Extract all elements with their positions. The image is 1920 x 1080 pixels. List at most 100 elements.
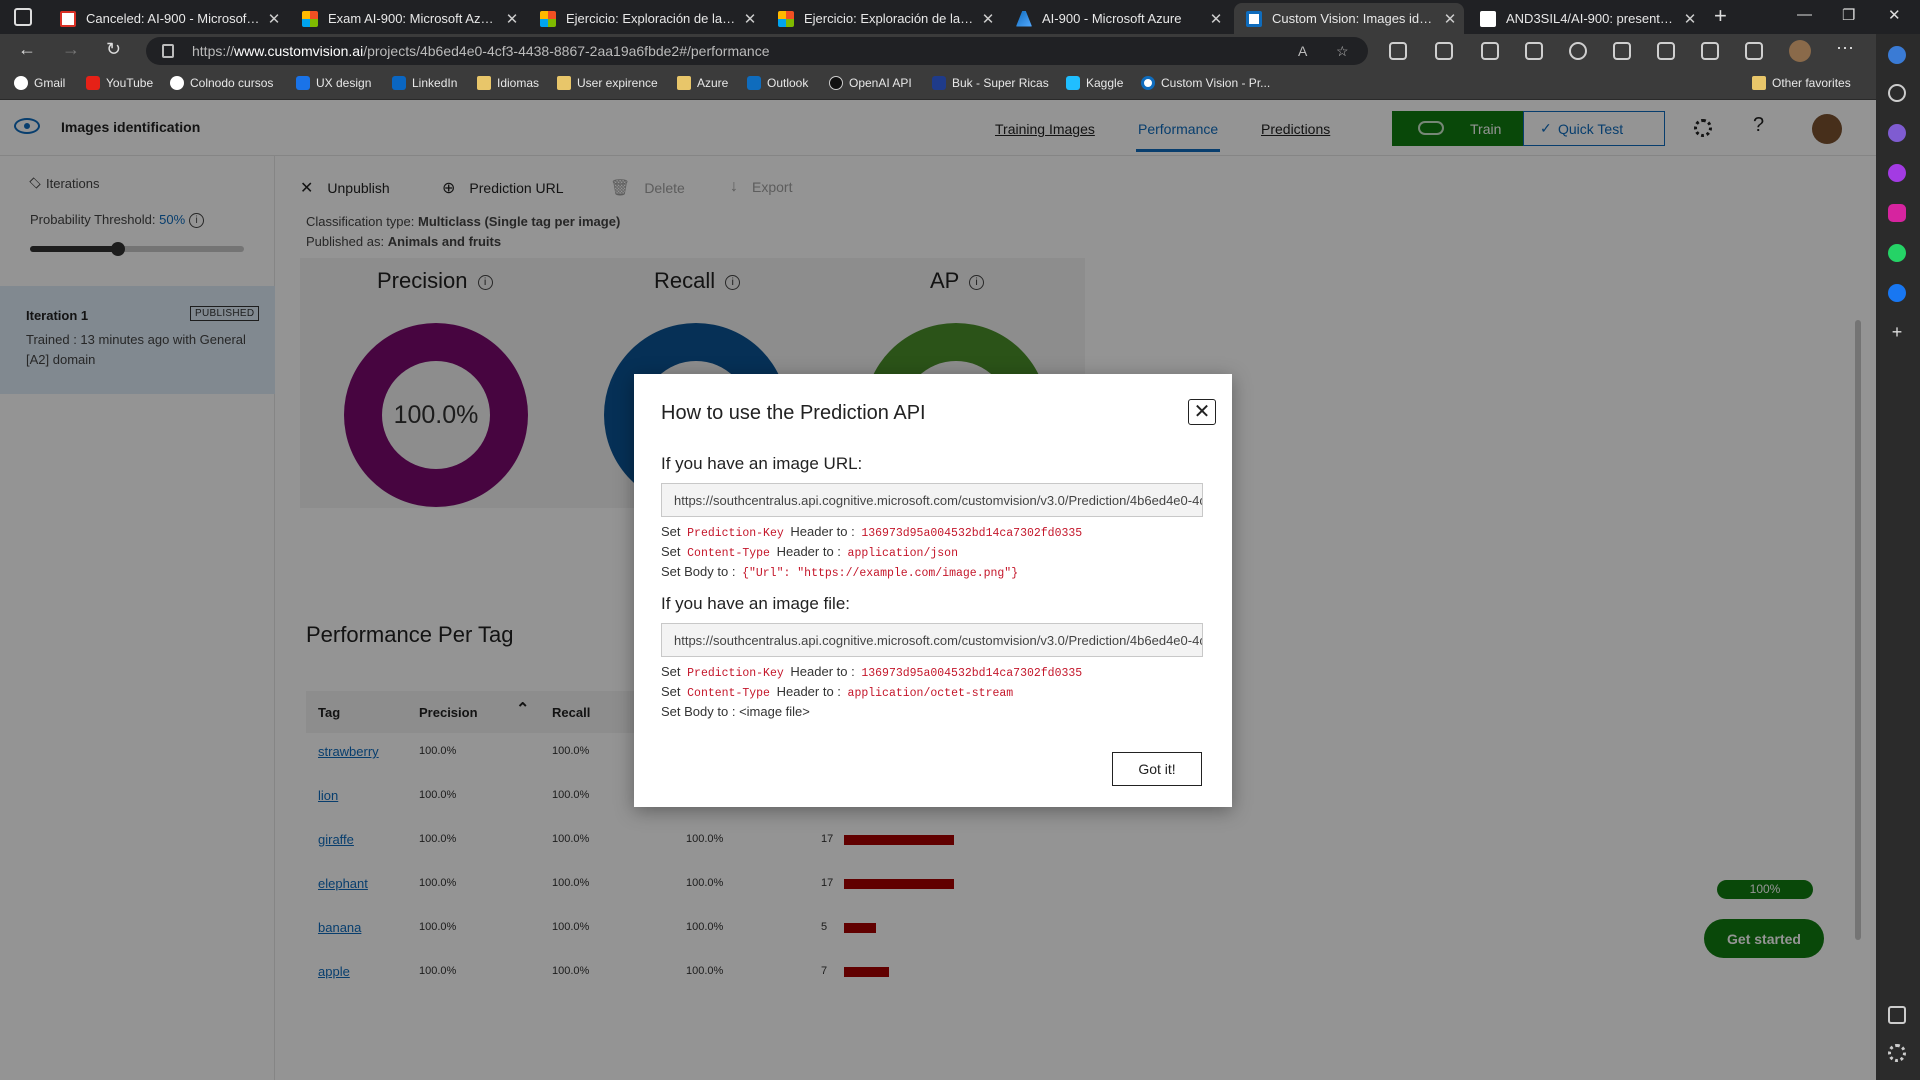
url-content-type-line: Set Content-Type Header to : application… bbox=[661, 544, 958, 560]
openai-icon bbox=[829, 76, 843, 90]
c-icon bbox=[296, 76, 310, 90]
file-prediction-key-line: Set Prediction-Key Header to : 136973d95… bbox=[661, 664, 1083, 680]
browser-tab[interactable]: Ejercicio: Exploración de la clasif✕ bbox=[528, 3, 764, 34]
search-icon[interactable] bbox=[1888, 84, 1906, 102]
bing-copilot-icon[interactable] bbox=[1888, 46, 1906, 64]
microsoft-icon bbox=[540, 10, 556, 27]
performance-icon[interactable] bbox=[1657, 42, 1675, 60]
restore-icon[interactable]: ❐ bbox=[1842, 6, 1855, 24]
bookmark-colnodo[interactable]: Colnodo cursos bbox=[170, 76, 273, 90]
close-tab-icon[interactable]: ✕ bbox=[1676, 10, 1704, 28]
whatsapp-icon[interactable] bbox=[1888, 244, 1906, 262]
image-file-heading: If you have an image file: bbox=[661, 594, 851, 613]
close-tab-icon[interactable]: ✕ bbox=[974, 10, 1002, 28]
bookmark-youtube[interactable]: YouTube bbox=[86, 76, 153, 90]
bookmark-folder-other-favorites[interactable]: Other favorites bbox=[1752, 76, 1851, 90]
add-icon[interactable]: + bbox=[1888, 323, 1906, 342]
edge-sidebar: + bbox=[1876, 34, 1920, 1080]
split-screen-icon[interactable] bbox=[1435, 42, 1453, 60]
close-tab-icon[interactable]: ✕ bbox=[1202, 10, 1230, 28]
favorites-icon[interactable] bbox=[1481, 42, 1499, 60]
file-content-type-line: Set Content-Type Header to : application… bbox=[661, 684, 1014, 700]
bookmark-outlook[interactable]: Outlook bbox=[747, 76, 808, 90]
browser-tab[interactable]: Ejercicio: Exploración de la tradu✕ bbox=[766, 3, 1002, 34]
address-bar-row: ← → ↻ https://www.customvision.ai/projec… bbox=[0, 34, 1920, 68]
profile-avatar[interactable] bbox=[1789, 40, 1811, 62]
browser-tab-bar: Canceled: AI-900 - Microsoft Azure✕ Exam… bbox=[0, 0, 1920, 34]
bookmark-linkedin[interactable]: LinkedIn bbox=[392, 76, 457, 90]
youtube-icon bbox=[86, 76, 100, 90]
custom-vision-icon bbox=[1246, 10, 1262, 27]
extensions-icon[interactable] bbox=[1389, 42, 1407, 60]
browser-tab[interactable]: AI-900 - Microsoft Azure ✕ bbox=[1004, 3, 1230, 34]
browser-tab[interactable]: Exam AI-900: Microsoft Azure AI ✕ bbox=[290, 3, 526, 34]
microsoft-icon bbox=[778, 10, 794, 27]
close-window-icon[interactable]: ✕ bbox=[1888, 6, 1901, 24]
got-it-button[interactable]: Got it! bbox=[1112, 752, 1202, 786]
bookmark-folder-idiomas[interactable]: Idiomas bbox=[477, 76, 539, 90]
close-dialog-button[interactable]: ✕ bbox=[1188, 399, 1216, 425]
kaggle-icon bbox=[1066, 76, 1080, 90]
bookmark-custom-vision[interactable]: Custom Vision - Pr... bbox=[1141, 76, 1270, 90]
back-icon[interactable]: ← bbox=[18, 39, 36, 60]
bookmark-kaggle[interactable]: Kaggle bbox=[1066, 76, 1123, 90]
bookmarks-bar: Gmail YouTube Colnodo cursos UX design L… bbox=[0, 68, 1920, 100]
forward-icon[interactable]: → bbox=[62, 39, 80, 60]
bookmark-buk[interactable]: Buk - Super Ricas bbox=[932, 76, 1049, 90]
gmail-icon bbox=[60, 10, 76, 27]
google-icon bbox=[170, 76, 184, 90]
bookmark-ux-design[interactable]: UX design bbox=[296, 76, 371, 90]
browser-tab-active[interactable]: Custom Vision: Images identifica✕ bbox=[1234, 3, 1464, 34]
refresh-icon[interactable]: ↻ bbox=[106, 39, 121, 60]
image-url-heading: If you have an image URL: bbox=[661, 454, 863, 473]
minimize-icon[interactable]: — bbox=[1797, 6, 1812, 23]
close-tab-icon[interactable]: ✕ bbox=[1436, 10, 1464, 28]
lock-icon bbox=[162, 44, 174, 58]
settings-icon[interactable] bbox=[1888, 1044, 1906, 1062]
buk-icon bbox=[932, 76, 946, 90]
google-icon bbox=[14, 76, 28, 90]
url-prediction-key-line: Set Prediction-Key Header to : 136973d95… bbox=[661, 524, 1083, 540]
github-icon bbox=[1480, 10, 1496, 27]
more-options-icon[interactable]: ⋯ bbox=[1836, 38, 1854, 59]
outlook-icon bbox=[747, 76, 761, 90]
facebook-icon[interactable] bbox=[1888, 284, 1906, 302]
prediction-file-url-field[interactable] bbox=[661, 623, 1203, 657]
shopping-icon[interactable] bbox=[1888, 124, 1906, 142]
url-body-line: Set Body to : {"Url": "https://example.c… bbox=[661, 564, 1019, 580]
instagram-icon[interactable] bbox=[1888, 204, 1906, 222]
collections-icon[interactable] bbox=[1525, 42, 1543, 60]
folder-icon bbox=[1752, 76, 1766, 90]
bookmark-openai[interactable]: OpenAI API bbox=[829, 76, 912, 90]
new-tab-icon[interactable]: + bbox=[1714, 3, 1727, 29]
folder-icon bbox=[477, 76, 491, 90]
url-bar[interactable]: https://www.customvision.ai/projects/4b6… bbox=[146, 37, 1368, 65]
bookmark-gmail[interactable]: Gmail bbox=[14, 76, 65, 90]
dialog-title: How to use the Prediction API bbox=[661, 402, 926, 424]
messenger-icon[interactable] bbox=[1888, 164, 1906, 182]
close-tab-icon[interactable]: ✕ bbox=[498, 10, 526, 28]
browser-tab[interactable]: AND3SIL4/AI-900: presentación ✕ bbox=[1468, 3, 1704, 34]
folder-icon bbox=[557, 76, 571, 90]
browser-tab[interactable]: Canceled: AI-900 - Microsoft Azure✕ bbox=[48, 3, 288, 34]
history-icon[interactable] bbox=[1569, 42, 1587, 60]
downloads-icon[interactable] bbox=[1613, 42, 1631, 60]
linkedin-icon bbox=[392, 76, 406, 90]
folder-icon bbox=[677, 76, 691, 90]
favorite-star-icon[interactable]: ☆ bbox=[1336, 37, 1349, 65]
microsoft-icon bbox=[302, 10, 318, 27]
custom-vision-icon bbox=[1141, 76, 1155, 90]
read-aloud-icon[interactable]: A bbox=[1298, 37, 1307, 65]
bookmark-folder-user-expirence[interactable]: User expirence bbox=[557, 76, 658, 90]
window-menu-icon[interactable] bbox=[14, 8, 32, 26]
azure-icon bbox=[1016, 10, 1032, 27]
close-tab-icon[interactable]: ✕ bbox=[736, 10, 764, 28]
close-tab-icon[interactable]: ✕ bbox=[260, 10, 288, 28]
bookmark-folder-azure[interactable]: Azure bbox=[677, 76, 728, 90]
screenshot-icon[interactable] bbox=[1701, 42, 1719, 60]
sidebar-toggle-icon[interactable] bbox=[1888, 1006, 1906, 1024]
prediction-url-field[interactable] bbox=[661, 483, 1203, 517]
browser-essentials-icon[interactable] bbox=[1745, 42, 1763, 60]
prediction-api-dialog: How to use the Prediction API ✕ If you h… bbox=[634, 374, 1232, 807]
file-body-line: Set Body to : <image file> bbox=[661, 704, 810, 719]
